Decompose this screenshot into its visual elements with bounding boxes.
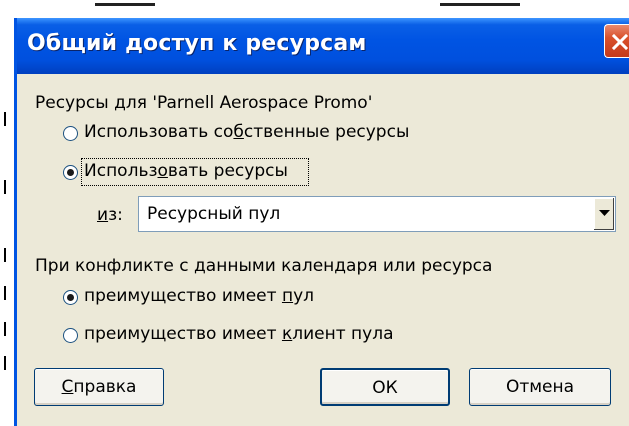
from-label: из: (97, 205, 123, 225)
label-text: з: (108, 205, 123, 225)
option-use-resources-from-label[interactable]: Использовать ресурсы (84, 161, 288, 181)
access-key: п (281, 286, 294, 306)
button-label: правка (73, 377, 137, 397)
conflict-group-label: При конфликте с данными календаря или ре… (35, 256, 493, 276)
close-icon (611, 33, 629, 51)
background-mark (4, 180, 6, 194)
dialog-title: Общий доступ к ресурсам (27, 31, 367, 56)
cancel-button[interactable]: Отмена (469, 368, 611, 406)
label-text: ул (293, 286, 315, 306)
background-mark (4, 322, 6, 336)
title-bar[interactable]: Общий доступ к ресурсам (17, 18, 629, 74)
screen: Общий доступ к ресурсам Ресурсы для 'Par… (0, 0, 629, 426)
radio-use-resources-from[interactable] (63, 165, 78, 180)
radio-use-own-resources[interactable] (63, 126, 78, 141)
background-text-fragment (440, 3, 520, 6)
option-use-own-resources-label[interactable]: Использовать собственные ресурсы (84, 122, 409, 142)
access-key: б (233, 122, 244, 142)
label-text: преимущество имеет (84, 324, 282, 344)
background-mark (4, 286, 6, 300)
background-mark (4, 248, 6, 262)
background-mark (4, 112, 6, 126)
resource-pool-select[interactable]: Ресурсный пул (138, 196, 616, 232)
resource-pool-select-value: Ресурсный пул (147, 204, 281, 224)
option-pool-takes-precedence-label[interactable]: преимущество имеет пул (84, 286, 314, 306)
access-key: С (61, 377, 74, 397)
radio-pool-takes-precedence[interactable] (63, 290, 78, 305)
close-button[interactable] (604, 24, 629, 58)
access-key: и (97, 205, 109, 225)
label-text: Использ (84, 161, 158, 181)
ok-button[interactable]: ОК (320, 368, 450, 406)
access-key: к (281, 324, 293, 344)
label-text: лиент пула (292, 324, 394, 344)
share-resources-dialog: Общий доступ к ресурсам Ресурсы для 'Par… (14, 18, 629, 426)
label-text: Использовать со (84, 122, 234, 142)
resources-group-label: Ресурсы для 'Parnell Aerospace Promo' (35, 93, 373, 113)
label-text: ственные ресурсы (243, 122, 410, 142)
background-app-strip (0, 0, 629, 8)
label-text: вать ресурсы (167, 161, 288, 181)
help-button[interactable]: Справка (34, 368, 164, 406)
background-mark (4, 356, 6, 370)
chevron-down-icon (599, 210, 610, 216)
background-text-fragment (95, 3, 155, 6)
access-key: о (157, 161, 168, 181)
label-text: преимущество имеет (84, 286, 282, 306)
radio-client-takes-precedence[interactable] (63, 328, 78, 343)
option-client-takes-precedence-label[interactable]: преимущество имеет клиент пула (84, 324, 394, 344)
dropdown-button[interactable] (593, 198, 614, 230)
background-app-edge (0, 0, 14, 426)
